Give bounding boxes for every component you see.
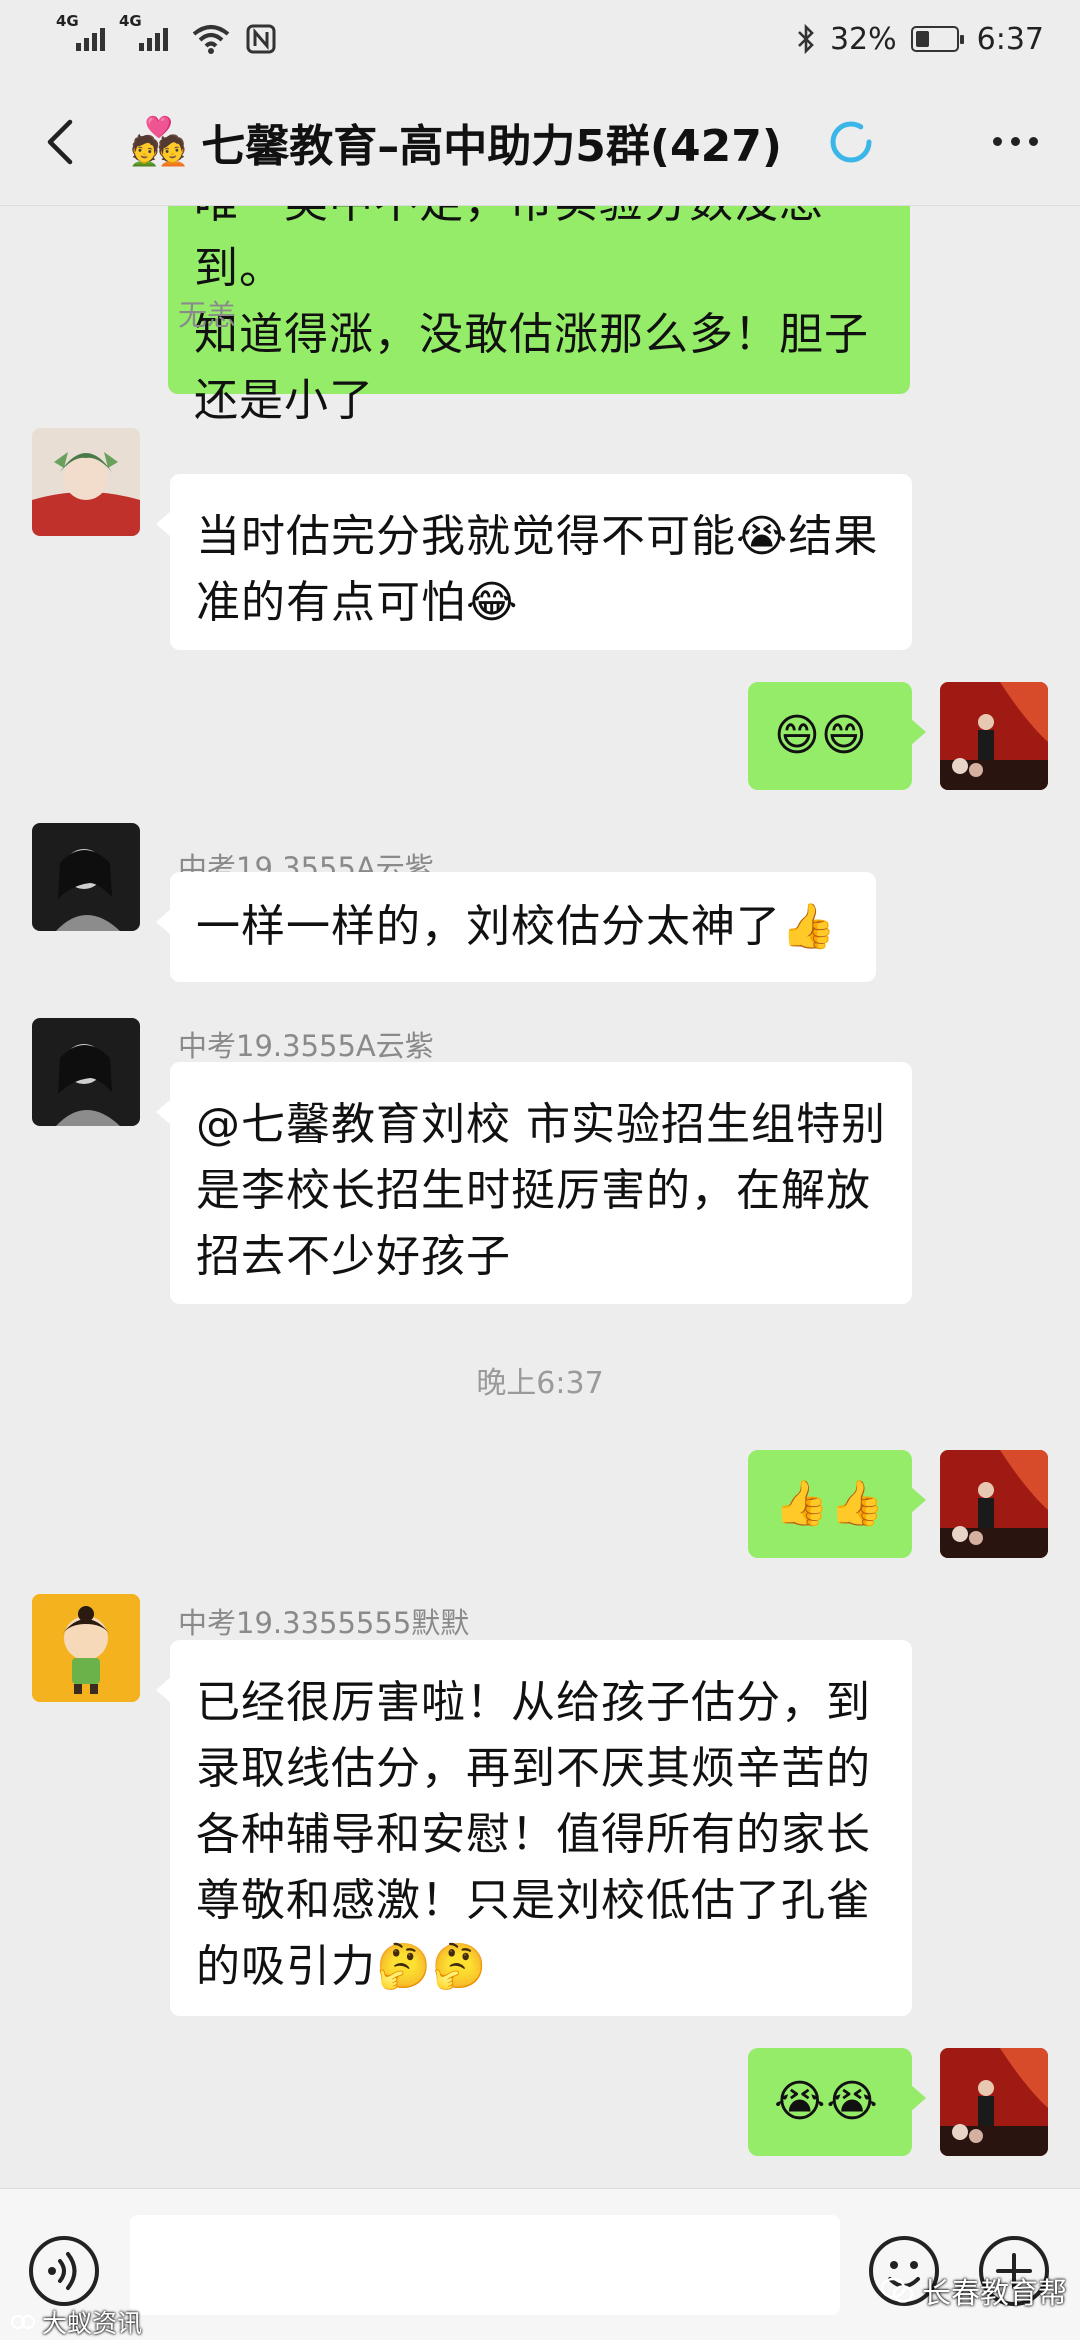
loading-ring-icon <box>830 121 872 162</box>
message-line: 是李校长招生时挺厉害的，在解放 <box>196 1165 871 1216</box>
watermark-right-text: 长春教育帮 <box>922 2276 1068 2310</box>
signal-strength-icon-1: 4G <box>56 12 105 51</box>
bluetooth-icon <box>798 24 814 54</box>
battery-icon <box>910 26 964 52</box>
emoji-message: 😄😄 <box>774 710 868 761</box>
avatar[interactable] <box>940 1450 1048 1558</box>
wechat-official-account-icon <box>880 2277 914 2303</box>
nfc-icon <box>246 24 276 54</box>
message-line: 唯一美中不足，市实验分数没想到。 <box>194 206 823 294</box>
outgoing-message[interactable]: 唯一美中不足，市实验分数没想到。 知道得涨，没敢估涨那么多！胆子 还是小了 <box>168 206 910 426</box>
message-timestamp: 晚上6:37 <box>476 1366 604 1401</box>
message-line: 当时估完分我就觉得不可能😭结果 <box>196 511 879 562</box>
couple-emoji-icon: 💑 <box>130 114 188 168</box>
more-dots-icon <box>992 137 1002 146</box>
message-line: 尊敬和感激！只是刘校低估了孔雀 <box>196 1875 871 1926</box>
message-line: 准的有点可怕😂 <box>196 577 519 628</box>
more-options-button[interactable] <box>980 137 1050 146</box>
battery-percent: 32% <box>829 21 897 57</box>
watermark-left-text: 大蚁资讯 <box>42 2309 143 2338</box>
back-arrow-icon <box>47 119 73 164</box>
avatar[interactable] <box>32 823 140 931</box>
message-line: 各种辅导和安慰！值得所有的家长 <box>196 1809 871 1860</box>
sender-name: 中考19.3355555默默 <box>178 1606 470 1640</box>
outgoing-message[interactable]: 😭😭 <box>748 2048 926 2156</box>
message-line: 已经很厉害啦！从给孩子估分，到 <box>196 1677 871 1728</box>
message-line: 一样一样的，刘校估分太神了👍 <box>196 901 837 952</box>
message-line: 知道得涨，没敢估涨那么多！胆子 <box>194 309 869 360</box>
back-button[interactable] <box>30 112 90 172</box>
clock: 6:37 <box>976 21 1044 57</box>
emoji-message: 👍👍 <box>774 1478 886 1529</box>
avatar[interactable] <box>940 682 1048 790</box>
chat-title: 七馨教育–高中助力5群(427) <box>201 120 782 172</box>
avatar[interactable] <box>940 2048 1048 2156</box>
ant-logo-icon <box>11 2315 35 2329</box>
message-input[interactable] <box>130 2215 840 2315</box>
emoji-message: 😭😭 <box>774 2076 879 2127</box>
avatar[interactable] <box>32 1018 140 1126</box>
incoming-message[interactable]: 当时估完分我就觉得不可能😭结果 准的有点可怕😂 <box>156 474 912 650</box>
sender-name: 中考19.3555A云紫 <box>178 1029 434 1063</box>
watermark-left: 大蚁资讯 <box>10 2304 142 2340</box>
watermark-right: 长春教育帮 <box>880 2270 1067 2312</box>
signal-strength-icon-2: 4G <box>119 12 168 51</box>
outgoing-message[interactable]: 😄😄 <box>748 682 926 790</box>
message-line: 招去不少好孩子 <box>196 1231 511 1282</box>
network-type-2: 4G <box>119 11 142 30</box>
status-bar: 4G 4G 32% 6:37 <box>0 0 1080 78</box>
avatar[interactable] <box>32 428 140 536</box>
wifi-icon <box>192 25 230 54</box>
incoming-message[interactable]: 一样一样的，刘校估分太神了👍 <box>156 872 876 982</box>
message-line: @七馨教育刘校 市实验招生组特别 <box>196 1099 886 1150</box>
input-bar <box>0 2188 1080 2340</box>
message-line: 录取线估分，再到不厌其烦辛苦的 <box>196 1743 871 1794</box>
chat-header: 💑 七馨教育–高中助力5群(427) <box>0 78 1080 206</box>
outgoing-message[interactable]: 👍👍 <box>748 1450 926 1558</box>
voice-button[interactable] <box>28 2235 100 2311</box>
network-type-1: 4G <box>56 11 79 30</box>
status-right-group: 32% 6:37 <box>796 22 1044 57</box>
battery-level <box>915 31 929 47</box>
sender-name: 无恙 <box>178 298 237 332</box>
voice-icon <box>29 2236 99 2306</box>
avatar[interactable] <box>32 1594 140 1702</box>
message-line: 的吸引力🤔🤔 <box>196 1941 488 1992</box>
incoming-message[interactable]: 已经很厉害啦！从给孩子估分，到 录取线估分，再到不厌其烦辛苦的 各种辅导和安慰！… <box>156 1640 912 2016</box>
message-list[interactable]: 唯一美中不足，市实验分数没想到。 知道得涨，没敢估涨那么多！胆子 还是小了 无恙… <box>0 206 1080 2188</box>
message-line: 还是小了 <box>194 375 374 426</box>
incoming-message[interactable]: @七馨教育刘校 市实验招生组特别 是李校长招生时挺厉害的，在解放 招去不少好孩子 <box>156 1062 912 1304</box>
